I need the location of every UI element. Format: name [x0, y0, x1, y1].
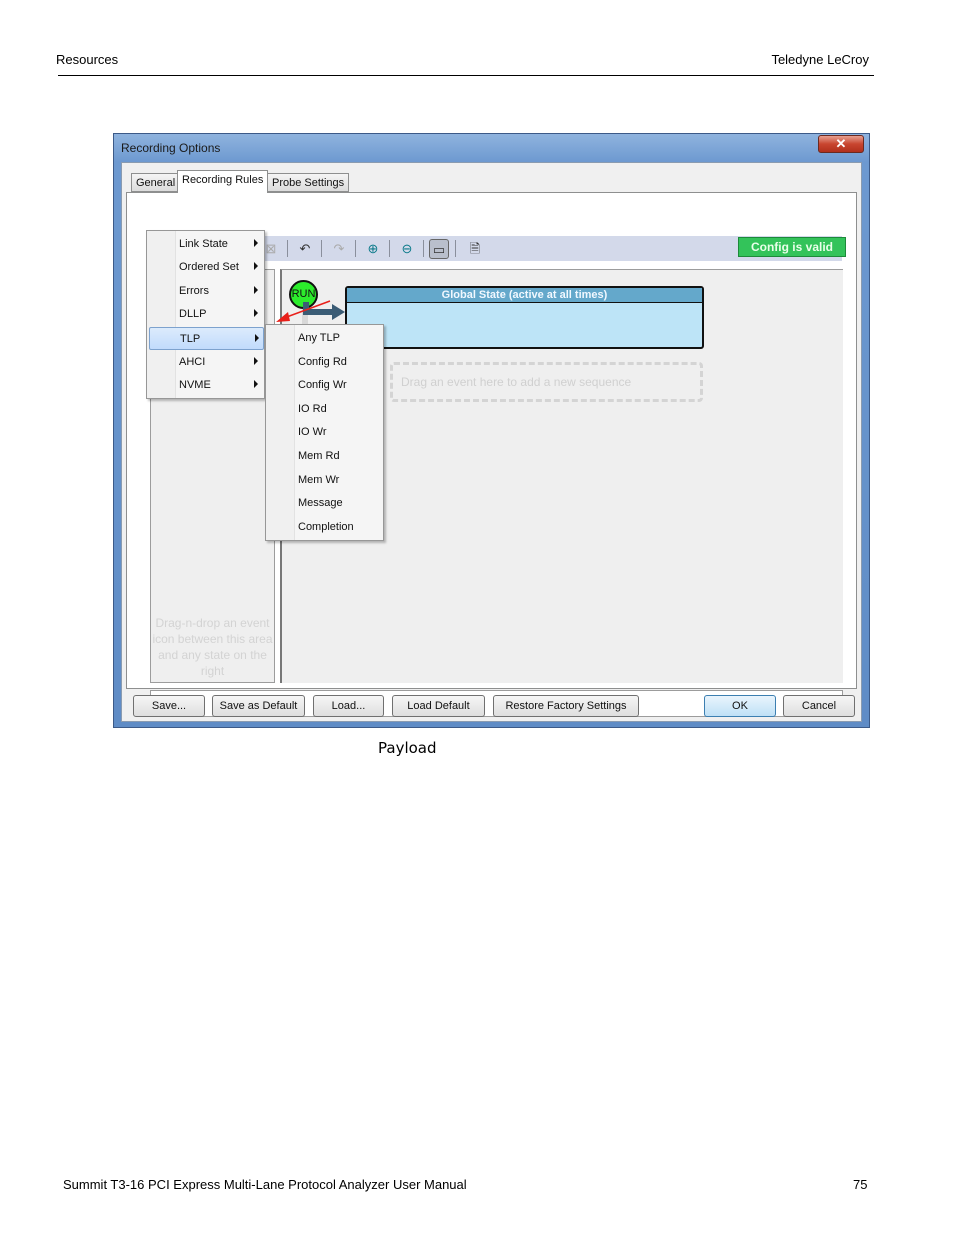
save-button[interactable]: Save...: [133, 695, 205, 717]
recording-options-window: Recording Options ✕ General Recording Ru…: [113, 133, 870, 728]
global-state-box[interactable]: Global State (active at all times): [345, 286, 704, 349]
window-title: Recording Options: [121, 141, 221, 155]
toolbar-separator: [423, 240, 424, 257]
menu-item-ordered-set[interactable]: Ordered Set: [149, 256, 262, 279]
close-button[interactable]: ✕: [818, 135, 864, 153]
submenu-arrow-icon: [254, 239, 258, 247]
submenu-item-completion[interactable]: Completion: [268, 516, 381, 539]
tlp-submenu: Any TLP Config Rd Config Wr IO Rd IO Wr …: [265, 324, 384, 541]
submenu-arrow-icon: [254, 262, 258, 270]
tab-probe-settings[interactable]: Probe Settings: [267, 173, 350, 192]
menu-item-label: Mem Rd: [298, 450, 340, 462]
submenu-item-mem-rd[interactable]: Mem Rd: [268, 445, 381, 468]
title-bar[interactable]: Recording Options ✕: [114, 134, 869, 162]
submenu-arrow-icon: [254, 357, 258, 365]
submenu-arrow-icon: [254, 309, 258, 317]
figure-caption: Payload: [378, 739, 437, 757]
menu-item-label: DLLP: [179, 308, 207, 320]
tab-recording-rules[interactable]: Recording Rules: [177, 170, 269, 193]
submenu-item-config-wr[interactable]: Config Wr: [268, 374, 381, 397]
menu-item-label: Any TLP: [298, 332, 340, 344]
close-icon: ✕: [835, 136, 847, 151]
config-status-badge: Config is valid: [738, 237, 846, 257]
menu-item-label: NVME: [179, 379, 211, 391]
submenu-item-config-rd[interactable]: Config Rd: [268, 351, 381, 374]
new-sequence-drop-zone[interactable]: Drag an event here to add a new sequence: [390, 362, 703, 402]
menu-item-label: Ordered Set: [179, 261, 239, 273]
load-button[interactable]: Load...: [313, 695, 384, 717]
properties-icon[interactable]: 🗎: [465, 239, 485, 259]
redo-icon[interactable]: ↷: [329, 239, 349, 259]
tab-general[interactable]: General: [131, 173, 181, 192]
zoom-out-icon[interactable]: ⊖: [397, 239, 417, 259]
submenu-item-any-tlp[interactable]: Any TLP: [268, 327, 381, 350]
toolbar-separator: [321, 240, 322, 257]
menu-item-label: Link State: [179, 238, 228, 250]
cancel-button[interactable]: Cancel: [783, 695, 855, 717]
menu-item-ahci[interactable]: AHCI: [149, 351, 262, 374]
submenu-item-mem-wr[interactable]: Mem Wr: [268, 469, 381, 492]
menu-item-label: Config Wr: [298, 379, 347, 391]
menu-item-label: AHCI: [179, 356, 206, 368]
header-section-title: Resources: [56, 52, 119, 67]
submenu-item-io-rd[interactable]: IO Rd: [268, 398, 381, 421]
submenu-arrow-icon: [254, 380, 258, 388]
restore-factory-settings-button[interactable]: Restore Factory Settings: [493, 695, 639, 717]
save-as-default-button[interactable]: Save as Default: [212, 695, 305, 717]
submenu-item-message[interactable]: Message: [268, 492, 381, 515]
ok-button[interactable]: OK: [704, 695, 776, 717]
menu-item-label: Config Rd: [298, 356, 347, 368]
submenu-arrow-icon: [254, 286, 258, 294]
toolbar-separator: [455, 240, 456, 257]
zoom-in-icon[interactable]: ⊕: [363, 239, 383, 259]
menu-item-nvme[interactable]: NVME: [149, 374, 262, 397]
drop-area-hint: Drag-n-drop an event icon between this a…: [152, 616, 273, 678]
header-divider: [58, 75, 874, 76]
menu-item-label: Completion: [298, 521, 354, 533]
submenu-item-io-wr[interactable]: IO Wr: [268, 421, 381, 444]
header-company: Teledyne LeCroy: [771, 52, 869, 67]
page-number: 75: [853, 1177, 868, 1192]
toolbar-separator: [389, 240, 390, 257]
menu-item-link-state[interactable]: Link State: [149, 233, 262, 256]
menu-item-label: IO Rd: [298, 403, 327, 415]
menu-item-label: Errors: [179, 285, 209, 297]
toolbar-separator: [355, 240, 356, 257]
new-event-menu: Link State Ordered Set Errors DLLP TLP A…: [146, 230, 265, 399]
menu-item-label: Message: [298, 497, 343, 509]
toolbar-separator: [287, 240, 288, 257]
menu-item-errors[interactable]: Errors: [149, 280, 262, 303]
display-toggle-icon[interactable]: ▭: [429, 239, 449, 259]
menu-item-label: IO Wr: [298, 426, 327, 438]
footer-manual-title: Summit T3-16 PCI Express Multi-Lane Prot…: [63, 1177, 467, 1192]
menu-item-tlp[interactable]: TLP: [149, 327, 264, 350]
annotation-arrow: [276, 300, 331, 322]
menu-item-label: TLP: [180, 333, 201, 345]
menu-item-dllp[interactable]: DLLP: [149, 303, 262, 326]
undo-icon[interactable]: ↶: [295, 239, 315, 259]
global-state-title: Global State (active at all times): [347, 288, 702, 303]
menu-item-label: Mem Wr: [298, 474, 340, 486]
submenu-arrow-icon: [255, 334, 259, 342]
load-default-button[interactable]: Load Default: [392, 695, 485, 717]
